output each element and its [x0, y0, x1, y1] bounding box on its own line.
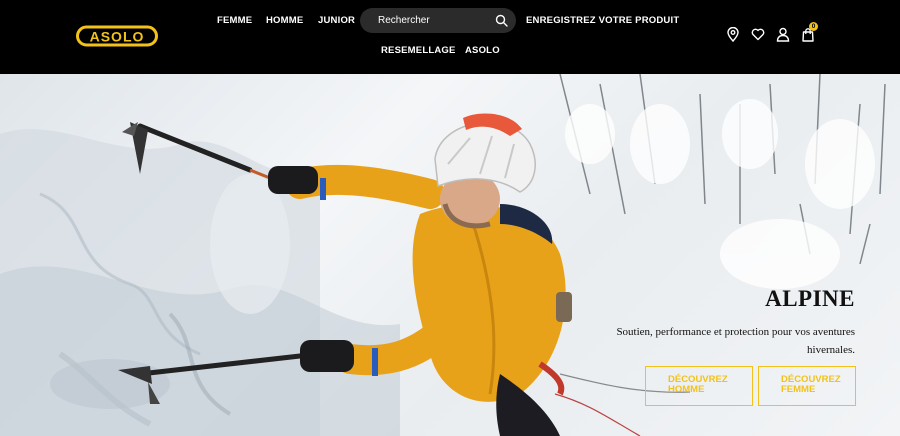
hero-title: ALPINE	[765, 286, 855, 311]
discover-femme-button[interactable]: DÉCOUVREZ FEMME	[758, 366, 856, 406]
search-icon[interactable]	[495, 14, 508, 27]
nav-homme[interactable]: HOMME	[266, 15, 303, 26]
nav-resemellage[interactable]: RESEMELLAGE	[381, 45, 456, 56]
nav-femme[interactable]: FEMME	[217, 15, 252, 26]
discover-homme-button[interactable]: DÉCOUVREZ HOMME	[645, 366, 753, 406]
user-icon[interactable]	[776, 27, 790, 42]
search-input[interactable]	[360, 8, 490, 33]
cart-count-badge: 0	[809, 22, 818, 31]
site-header: ASOLO FEMME HOMME JUNIOR ENREGISTREZ VOT…	[0, 0, 900, 74]
heart-icon[interactable]	[751, 27, 765, 42]
location-pin-icon[interactable]	[726, 27, 740, 42]
nav-register-product[interactable]: ENREGISTREZ VOTRE PRODUIT	[526, 15, 679, 26]
svg-text:ASOLO: ASOLO	[90, 29, 145, 45]
search-bar	[360, 8, 516, 33]
hero-banner: ALPINE Soutien, performance et protectio…	[0, 74, 900, 436]
nav-asolo[interactable]: ASOLO	[465, 45, 500, 56]
hero-subtitle: Soutien, performance et protection pour …	[616, 326, 855, 356]
nav-junior[interactable]: JUNIOR	[318, 15, 355, 26]
asolo-logo[interactable]: ASOLO	[76, 24, 158, 48]
